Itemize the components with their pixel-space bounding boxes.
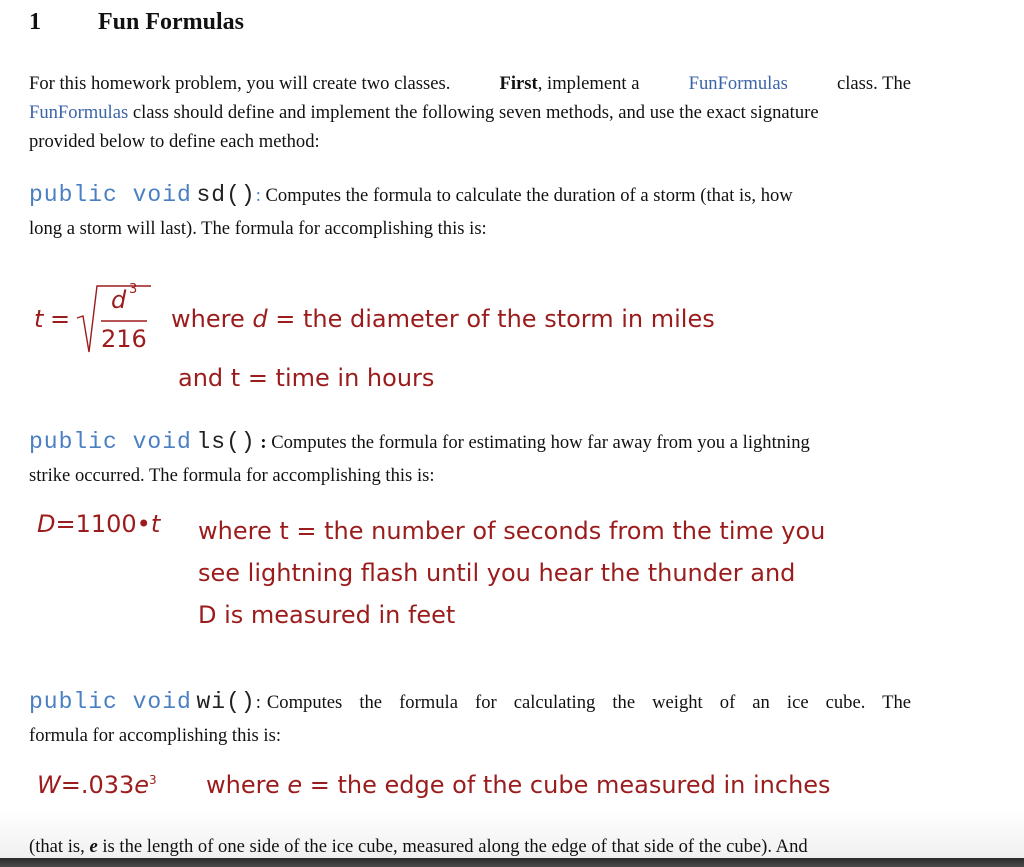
ice-cube-clarification: (that is, e is the length of one side of… <box>29 836 808 857</box>
method-keywords: public void <box>29 182 192 208</box>
first-emphasis: First <box>499 73 538 94</box>
method-keywords: public void <box>29 689 192 715</box>
method-sd-description: public void sd(): Computes the formula t… <box>29 182 793 239</box>
intro-line-2: FunFormulas class should define and impl… <box>29 102 819 123</box>
class-name-link: FunFormulas <box>29 102 129 123</box>
intro-line-3: provided below to define each method: <box>29 131 320 152</box>
window-bottom-edge <box>0 858 1024 867</box>
document-page: 1 Fun Formulas For this homework problem… <box>0 0 1024 858</box>
lightning-where-clause: where t = the number of seconds from the… <box>198 517 826 629</box>
storm-where-line-2: and t = time in hours <box>178 364 435 392</box>
ice-cube-weight-formula: W=.033e3 <box>37 771 157 799</box>
lightning-distance-formula: D=1100•t <box>37 510 161 538</box>
section-title: Fun Formulas <box>98 9 245 35</box>
class-name-link: FunFormulas <box>688 73 788 94</box>
method-keywords: public void <box>29 429 192 455</box>
ice-cube-where-clause: where e = the edge of the cube measured … <box>206 771 831 799</box>
method-signature: wi() <box>196 689 256 715</box>
method-ls-description: public void ls() : Computes the formula … <box>29 429 810 486</box>
storm-duration-formula: t = d 3 216 <box>29 278 159 358</box>
intro-line-1: For this homework problem, you will crea… <box>29 69 911 98</box>
intro-paragraph: For this homework problem, you will crea… <box>29 69 911 156</box>
method-wi-description: public void wi(): Computes the formula f… <box>29 689 911 746</box>
section-number: 1 <box>29 9 41 35</box>
bullet-operator-icon: • <box>136 510 151 538</box>
storm-where-clause: where d = the diameter of the storm in m… <box>171 305 715 333</box>
method-signature: sd() <box>196 182 256 208</box>
method-signature: ls() <box>196 429 256 455</box>
